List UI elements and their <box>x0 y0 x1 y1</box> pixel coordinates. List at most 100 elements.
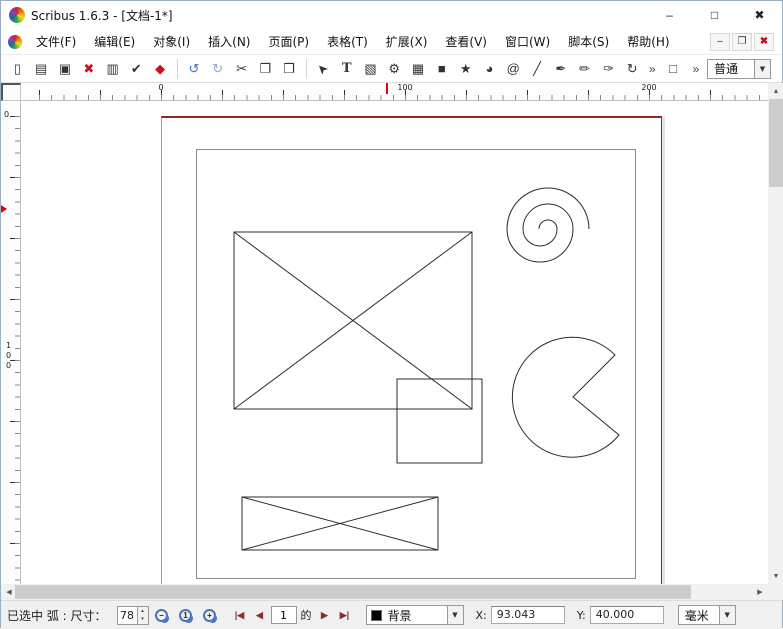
menu-item-insert[interactable]: 插入(N) <box>199 29 259 54</box>
insert-image-frame-button[interactable]: ▧ <box>359 57 382 81</box>
zoom-spinbox[interactable]: 78 ▴ ▾ <box>117 606 149 625</box>
previous-page-button[interactable]: ◀ <box>251 606 269 624</box>
selection-status-text: 已选中 弧 : 尺寸： <box>7 607 107 624</box>
page-navigation: |◀ ◀ 的 ▶ ▶| <box>231 606 354 624</box>
vertical-scrollbar-thumb[interactable] <box>769 99 783 187</box>
square-shape[interactable] <box>397 379 482 463</box>
toolbar-overflow-button[interactable]: » <box>645 57 660 81</box>
insert-line-button[interactable]: ╱ <box>526 57 549 81</box>
ruler-origin-button[interactable] <box>1 83 21 101</box>
layer-color-swatch <box>371 610 382 621</box>
menu-item-view[interactable]: 查看(V) <box>436 29 496 54</box>
rotate-item-button[interactable]: ↻ <box>621 57 644 81</box>
insert-polygon-button[interactable]: ★ <box>454 57 477 81</box>
preview-mode-dropdown[interactable]: 普通 ▼ <box>707 59 771 79</box>
menu-item-help[interactable]: 帮助(H) <box>618 29 678 54</box>
canvas[interactable] <box>21 101 768 584</box>
spiral-shape[interactable] <box>507 188 589 262</box>
menu-item-script[interactable]: 脚本(S) <box>559 29 618 54</box>
image-frame-wide[interactable] <box>242 497 438 550</box>
horizontal-scrollbar-thumb[interactable] <box>15 585 691 599</box>
child-minimize-button[interactable]: – <box>710 33 730 51</box>
maximize-button[interactable]: □ <box>692 1 737 29</box>
insert-freehand-button[interactable]: ✏ <box>573 57 596 81</box>
undo-button[interactable]: ↺ <box>183 57 206 81</box>
insert-calligraphic-button[interactable]: ✑ <box>597 57 620 81</box>
child-close-button[interactable]: ✖ <box>754 33 774 51</box>
scroll-down-button[interactable]: ▼ <box>768 568 783 584</box>
close-button[interactable]: ✖ <box>737 1 782 29</box>
spinner-arrows: ▴ ▾ <box>137 607 148 624</box>
chevron-down-icon[interactable]: ▼ <box>719 606 735 624</box>
image-frame-large[interactable] <box>234 232 472 409</box>
layer-name: 背景 <box>382 607 447 624</box>
menu-item-table[interactable]: 表格(T) <box>318 29 377 54</box>
cursor-position-marker <box>386 83 388 94</box>
save-document-button[interactable]: ▣ <box>54 57 77 81</box>
mdi-window-controls: – ❐ ✖ <box>710 33 778 51</box>
toolbar-overflow-button-2[interactable]: » <box>688 57 704 81</box>
toolbar: ▯ ▤ ▣ ✖ ▥ ✔ ◆ ↺ ↻ ✂ ❐ ❒ ➤ T ▧ ⚙ ▦ ■ ★ ◕ … <box>1 55 782 83</box>
copy-button[interactable]: ❐ <box>254 57 277 81</box>
page-of-label: 的 <box>301 607 312 623</box>
scribus-logo-icon <box>9 7 25 23</box>
x-coordinate-value: 93.043 <box>491 606 565 624</box>
insert-bezier-button[interactable]: ✒ <box>549 57 572 81</box>
edit-contents-button[interactable]: □ <box>661 57 685 81</box>
unit-dropdown[interactable]: 毫米 ▼ <box>678 605 736 625</box>
last-page-button[interactable]: ▶| <box>336 606 354 624</box>
menu-item-windows[interactable]: 窗口(W) <box>496 29 559 54</box>
ruler-label: 100 <box>4 341 13 371</box>
arc-shape[interactable] <box>512 337 619 457</box>
cursor-position-marker <box>1 205 7 213</box>
ruler-label: 0 <box>158 83 163 92</box>
chevron-down-icon[interactable]: ▼ <box>754 60 770 78</box>
first-page-button[interactable]: |◀ <box>231 606 249 624</box>
menu-item-item[interactable]: 对象(I) <box>144 29 199 54</box>
preview-mode-value: 普通 <box>708 60 754 77</box>
zoom-out-button[interactable]: − <box>151 604 173 626</box>
layer-dropdown[interactable]: 背景 ▼ <box>366 605 464 625</box>
x-coordinate-label: X: <box>476 609 487 622</box>
menu-item-page[interactable]: 页面(P) <box>259 29 318 54</box>
scroll-up-button[interactable]: ▲ <box>768 83 783 99</box>
spin-down-button[interactable]: ▾ <box>138 615 148 624</box>
print-document-button[interactable]: ▥ <box>101 57 124 81</box>
window-title: Scribus 1.6.3 - [文档-1*] <box>31 7 173 24</box>
menu-item-file[interactable]: 文件(F) <box>27 29 85 54</box>
minimize-button[interactable]: – <box>647 1 692 29</box>
scrollbar-corner <box>768 584 783 600</box>
export-pdf-button[interactable]: ◆ <box>149 57 172 81</box>
magnifier-one-icon: 1 <box>179 609 192 622</box>
menu-item-edit[interactable]: 编辑(E) <box>85 29 144 54</box>
horizontal-ruler[interactable]: 0 100 200 <box>21 83 768 101</box>
horizontal-scrollbar[interactable]: ◀ ▶ <box>1 584 768 600</box>
insert-arc-button[interactable]: ◕ <box>478 57 501 81</box>
zoom-in-button[interactable]: + <box>199 604 221 626</box>
document-icon <box>8 35 22 49</box>
ruler-label: 200 <box>641 83 656 92</box>
insert-shape-button[interactable]: ■ <box>430 57 453 81</box>
cut-button[interactable]: ✂ <box>230 57 253 81</box>
preflight-verifier-button[interactable]: ✔ <box>125 57 148 81</box>
vertical-ruler[interactable]: 0 100 <box>1 101 21 584</box>
insert-table-button[interactable]: ▦ <box>407 57 430 81</box>
child-restore-button[interactable]: ❐ <box>732 33 752 51</box>
close-document-button[interactable]: ✖ <box>77 57 100 81</box>
chevron-down-icon[interactable]: ▼ <box>447 606 463 624</box>
paste-button[interactable]: ❒ <box>278 57 301 81</box>
insert-render-frame-button[interactable]: ⚙ <box>383 57 406 81</box>
scroll-right-button[interactable]: ▶ <box>752 584 768 600</box>
spin-up-button[interactable]: ▴ <box>138 607 148 616</box>
unit-value: 毫米 <box>679 607 719 624</box>
insert-spiral-button[interactable]: @ <box>502 57 525 81</box>
page-objects-svg <box>21 101 768 584</box>
redo-button[interactable]: ↻ <box>206 57 229 81</box>
next-page-button[interactable]: ▶ <box>316 606 334 624</box>
open-document-button[interactable]: ▤ <box>30 57 53 81</box>
zoom-actual-button[interactable]: 1 <box>175 604 197 626</box>
vertical-scrollbar[interactable]: ▲ ▼ <box>768 83 783 584</box>
new-document-button[interactable]: ▯ <box>6 57 29 81</box>
page-number-input[interactable] <box>271 606 297 624</box>
menu-item-extras[interactable]: 扩展(X) <box>377 29 437 54</box>
